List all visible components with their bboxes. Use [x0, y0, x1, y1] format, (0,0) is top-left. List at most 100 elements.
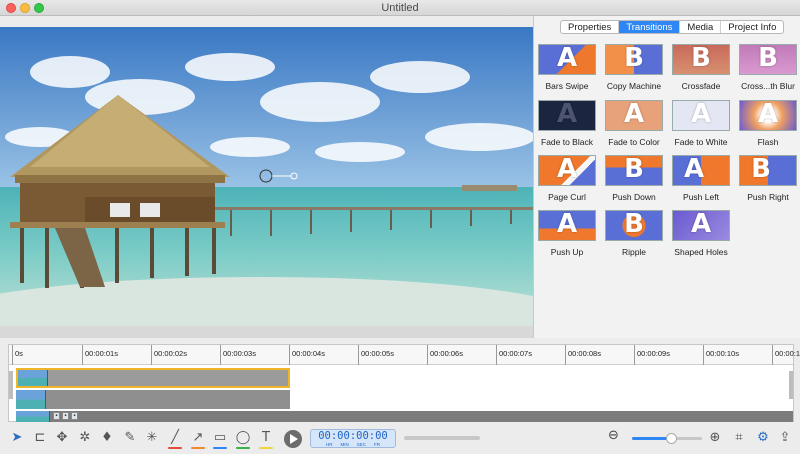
play-button[interactable]: [284, 430, 302, 448]
transition-copy-machine[interactable]: B Copy Machine: [605, 44, 663, 91]
page-curl-thumbnail: A: [538, 155, 596, 186]
effects-tool-icon[interactable]: ✲: [76, 429, 94, 447]
timecode-value: 00:00:00:00: [318, 430, 388, 442]
playback-progress-bar[interactable]: [404, 436, 480, 440]
arrow-color-swatch[interactable]: [191, 447, 205, 449]
transition-label: Copy Machine: [606, 81, 662, 91]
timecode-unit-min: MIN: [340, 442, 349, 447]
transition-push-right[interactable]: B A Push Right: [739, 155, 797, 202]
flash-thumbnail: A: [739, 100, 797, 131]
transition-push-down[interactable]: B Push Down: [605, 155, 663, 202]
transition-bars-swipe[interactable]: A Bars Swipe: [538, 44, 596, 91]
tab-properties[interactable]: Properties: [561, 21, 620, 33]
share-icon[interactable]: ⇪: [776, 429, 794, 447]
tab-project-info[interactable]: Project Info: [721, 21, 783, 33]
overlay-track[interactable]: ▪ ▪ ▪: [16, 411, 793, 422]
video-clip-selected[interactable]: [16, 368, 290, 388]
sparkle-tool-icon[interactable]: ✳: [143, 429, 161, 447]
push-down-thumbnail: B: [605, 155, 663, 186]
transition-label: Fade to Color: [608, 137, 660, 147]
ruler-tick: 00:00:10s: [703, 345, 739, 365]
ruler-tick: 00:00:02s: [151, 345, 187, 365]
track-mute-icon[interactable]: ▪: [62, 412, 69, 420]
window-title: Untitled: [381, 2, 419, 14]
clip-thumbnail: [16, 411, 50, 422]
timecode-display: 00:00:00:00 HR MIN SEC FR: [310, 429, 396, 448]
transition-push-up[interactable]: A Push Up: [538, 210, 596, 257]
transition-label: Push Right: [747, 192, 789, 202]
crossfade-thumbnail: B: [672, 44, 730, 75]
timeline-ruler[interactable]: 0s 00:00:01s 00:00:02s 00:00:03s 00:00:0…: [9, 345, 800, 365]
brush-tool-icon[interactable]: ✎: [121, 429, 139, 447]
rectangle-tool-icon[interactable]: ▭: [211, 429, 229, 447]
timecode-unit-fr: FR: [374, 442, 380, 447]
transition-push-left[interactable]: A B Push Left: [672, 155, 730, 202]
line-color-swatch[interactable]: [168, 447, 182, 449]
copy-machine-thumbnail: B: [605, 44, 663, 75]
transition-fade-to-black[interactable]: A Fade to Black: [538, 100, 596, 147]
transition-label: Push Up: [550, 247, 584, 257]
ruler-tick: 00:00:01s: [82, 345, 118, 365]
transition-shaped-holes[interactable]: A Shaped Holes: [672, 210, 730, 257]
pointer-tool-icon[interactable]: ➤: [8, 429, 26, 447]
title-bar: Untitled: [0, 0, 800, 16]
zoom-out-icon[interactable]: ⊖: [608, 428, 619, 443]
transition-crossfade[interactable]: B Crossfade: [672, 44, 730, 91]
video-clip[interactable]: [16, 390, 290, 409]
transition-ripple[interactable]: B Ripple: [605, 210, 663, 257]
line-tool-icon[interactable]: ╱: [166, 429, 184, 447]
tab-media[interactable]: Media: [680, 21, 722, 33]
zoom-slider-fill: [632, 437, 671, 440]
track-lock-icon[interactable]: ▪: [53, 412, 60, 420]
ruler-tick: 00:00:06s: [427, 345, 463, 365]
transition-label: Flash: [757, 137, 779, 147]
push-up-thumbnail: A: [538, 210, 596, 241]
zoom-slider[interactable]: [632, 433, 702, 444]
clip-thumbnail: [18, 370, 48, 386]
settings-gear-icon[interactable]: ⚙: [754, 429, 772, 447]
transition-page-curl[interactable]: A Page Curl: [538, 155, 596, 202]
text-tool-icon[interactable]: T: [257, 429, 275, 447]
fade-color-thumbnail: A: [605, 100, 663, 131]
transition-label: Bars Swipe: [545, 81, 589, 91]
track-visibility-icon[interactable]: ▪: [71, 412, 78, 420]
timeline[interactable]: 0s 00:00:01s 00:00:02s 00:00:03s 00:00:0…: [8, 344, 800, 422]
timeline-scroll-handle-left[interactable]: [9, 371, 13, 399]
move-tool-icon[interactable]: ✥: [53, 429, 71, 447]
transition-label: Crossfade: [681, 81, 721, 91]
shaped-holes-thumbnail: A: [672, 210, 730, 241]
preview-footer: [0, 326, 533, 338]
transition-cross-blur[interactable]: B Cross...th Blur: [739, 44, 797, 91]
text-color-swatch[interactable]: [259, 447, 273, 449]
zoom-slider-knob[interactable]: [665, 433, 677, 444]
ruler-tick: 00:00:03s: [220, 345, 256, 365]
timeline-scroll-handle-right[interactable]: [789, 371, 793, 399]
ruler-tick: 00:00:08s: [565, 345, 601, 365]
push-right-thumbnail: B A: [739, 155, 797, 186]
ellipse-tool-icon[interactable]: ◯: [234, 429, 252, 447]
panel-tabs: Properties Transitions Media Project Inf…: [560, 20, 785, 34]
video-preview[interactable]: [0, 27, 533, 326]
clip-thumbnail: [16, 390, 46, 409]
timecode-unit-sec: SEC: [356, 442, 366, 447]
cross-blur-thumbnail: B: [739, 44, 797, 75]
arrow-tool-icon[interactable]: ↗: [189, 429, 207, 447]
microphone-tool-icon[interactable]: ♦: [98, 429, 116, 447]
ellipse-color-swatch[interactable]: [236, 447, 250, 449]
crop-tool-icon[interactable]: ⊏: [31, 429, 49, 447]
ruler-tick: 00:00:1: [772, 345, 800, 365]
ruler-tick: 00:00:05s: [358, 345, 394, 365]
transition-fade-to-color[interactable]: A Fade to Color: [605, 100, 663, 147]
split-icon[interactable]: ⌗: [730, 429, 748, 447]
transition-label: Ripple: [621, 247, 647, 257]
timecode-unit-hr: HR: [325, 442, 333, 447]
transition-label: Cross...th Blur: [741, 81, 795, 91]
tab-transitions[interactable]: Transitions: [619, 21, 681, 33]
transition-fade-to-white[interactable]: A Fade to White: [672, 100, 730, 147]
inspector-panel: Properties Transitions Media Project Inf…: [533, 16, 800, 338]
transition-label: Fade to Black: [541, 137, 593, 147]
ripple-thumbnail: B: [605, 210, 663, 241]
rectangle-color-swatch[interactable]: [213, 447, 227, 449]
add-track-icon[interactable]: ⊕: [706, 429, 724, 447]
transition-flash[interactable]: A Flash: [739, 100, 797, 147]
